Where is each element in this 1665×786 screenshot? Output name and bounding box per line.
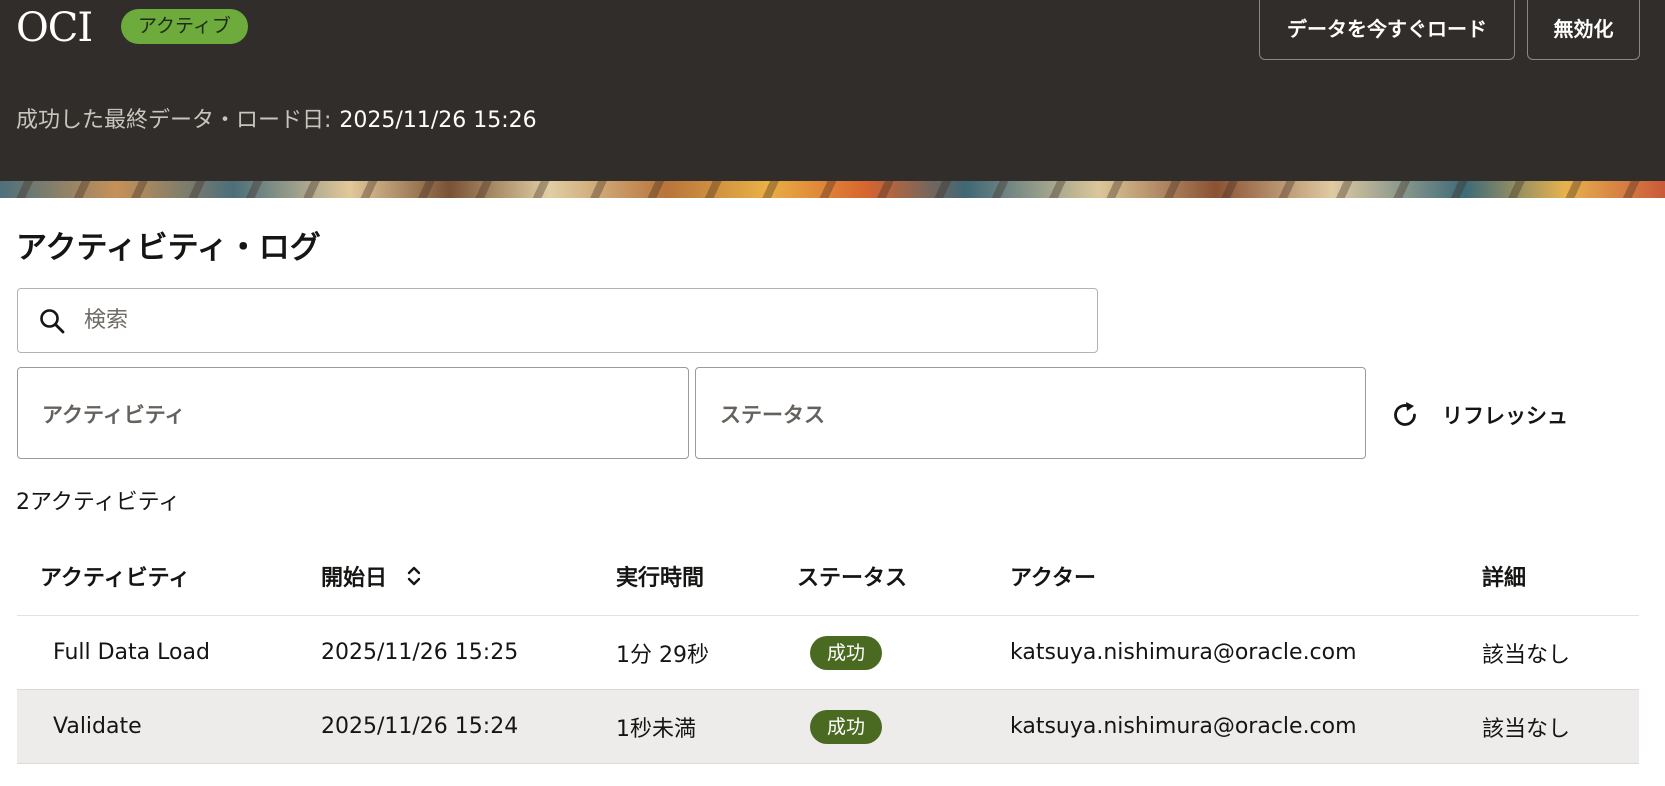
column-header-start-date-label: 開始日: [321, 565, 388, 591]
refresh-button[interactable]: リフレッシュ: [1390, 398, 1568, 432]
activity-filter-label: アクティビティ: [42, 403, 186, 427]
table-row[interactable]: Full Data Load 2025/11/26 15:25 1分 29秒 成…: [17, 616, 1639, 690]
cell-actor: katsuya.nishimura@oracle.com: [1010, 714, 1357, 739]
status-filter[interactable]: ステータス: [695, 367, 1366, 459]
search-box[interactable]: [17, 288, 1098, 353]
cell-status: 成功: [810, 616, 883, 689]
brand-logo: OCI: [16, 5, 93, 51]
column-header-activity: アクティビティ: [40, 565, 191, 591]
cell-start-date: 2025/11/26 15:25: [321, 640, 519, 665]
cell-status: 成功: [810, 690, 883, 763]
last-load-info: 成功した最終データ・ロード日: 2025/11/26 15:26: [16, 102, 537, 134]
cell-actor: katsuya.nishimura@oracle.com: [1010, 640, 1357, 665]
column-header-details: 詳細: [1482, 565, 1527, 591]
table-header-row: アクティビティ 開始日 実行時間 ステータス アクター 詳細: [17, 536, 1639, 616]
search-input[interactable]: [84, 290, 1084, 351]
status-badge: アクティブ: [121, 9, 248, 44]
cell-details: 該当なし: [1482, 642, 1571, 668]
load-data-now-button[interactable]: データを今すぐロード: [1259, 0, 1515, 60]
column-header-start-date[interactable]: 開始日: [321, 536, 423, 615]
disable-button[interactable]: 無効化: [1527, 0, 1640, 60]
refresh-icon: [1394, 402, 1416, 426]
activity-count: 2アクティビティ: [16, 490, 181, 515]
cell-details: 該当なし: [1482, 716, 1571, 742]
column-header-duration: 実行時間: [616, 565, 705, 591]
status-filter-label: ステータス: [720, 403, 825, 427]
search-icon: [40, 309, 65, 334]
cell-duration: 1分 29秒: [616, 642, 709, 668]
refresh-label: リフレッシュ: [1442, 404, 1568, 428]
page-header: OCI アクティブ データを今すぐロード 無効化 成功した最終データ・ロード日:…: [0, 0, 1665, 181]
cell-activity: Full Data Load: [53, 640, 210, 665]
last-load-value: 2025/11/26 15:26: [339, 108, 537, 133]
cell-duration: 1秒未満: [616, 716, 696, 742]
table-row[interactable]: Validate 2025/11/26 15:24 1秒未満 成功 katsuy…: [17, 690, 1639, 764]
sort-icon[interactable]: [405, 564, 423, 588]
status-badge: 成功: [810, 635, 883, 670]
status-badge: 成功: [810, 709, 883, 744]
last-load-label: 成功した最終データ・ロード日:: [16, 108, 332, 133]
cell-activity: Validate: [53, 714, 142, 739]
cell-start-date: 2025/11/26 15:24: [321, 714, 519, 739]
column-header-actor: アクター: [1010, 565, 1097, 591]
section-title: アクティビティ・ログ: [16, 230, 321, 266]
decorative-banner: [0, 181, 1665, 198]
column-header-status: ステータス: [797, 565, 908, 591]
activity-filter[interactable]: アクティビティ: [17, 367, 689, 459]
